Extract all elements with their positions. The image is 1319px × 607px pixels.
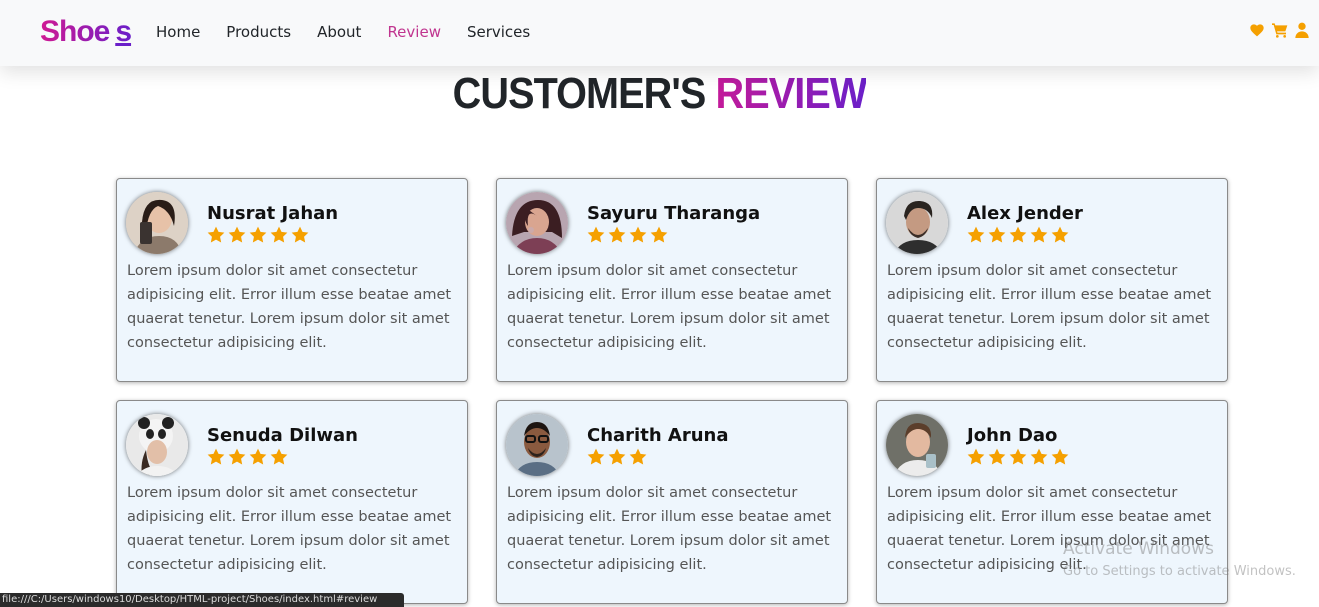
rating-stars xyxy=(967,226,1069,243)
star-icon xyxy=(629,448,647,465)
review-text: Lorem ipsum dolor sit amet consectetur a… xyxy=(507,485,832,573)
windows-activation-watermark: Activate Windows Go to Settings to activ… xyxy=(1063,538,1296,582)
rating-stars xyxy=(587,226,668,243)
star-icon xyxy=(650,226,668,243)
review-card: Sayuru Tharanga Lorem ipsum dolor sit am… xyxy=(496,178,848,382)
reviewer-name: Nusrat Jahan xyxy=(207,203,339,224)
avatar xyxy=(126,192,188,254)
watermark-title: Activate Windows xyxy=(1063,539,1214,559)
review-text: Lorem ipsum dolor sit amet consectetur a… xyxy=(507,263,832,351)
nav-link-services[interactable]: Services xyxy=(467,21,530,43)
star-icon xyxy=(270,448,288,465)
star-icon xyxy=(629,226,647,243)
review-text: Lorem ipsum dolor sit amet consectetur a… xyxy=(127,263,452,351)
star-icon xyxy=(270,226,288,243)
star-icon xyxy=(967,448,985,465)
star-icon xyxy=(608,226,626,243)
star-icon xyxy=(249,226,267,243)
section-title-main: CUSTOMER'S xyxy=(452,69,707,118)
star-icon xyxy=(587,226,605,243)
reviewer-name: Charith Aruna xyxy=(587,425,729,446)
brand-suffix: s xyxy=(115,15,132,48)
nav-link-review[interactable]: Review xyxy=(387,21,441,43)
star-icon xyxy=(608,448,626,465)
navbar: Shoe s Home Products About Review Service… xyxy=(0,0,1319,66)
section-title: CUSTOMER'S REVIEW xyxy=(66,68,1253,120)
star-icon xyxy=(1051,226,1069,243)
star-icon xyxy=(1009,448,1027,465)
star-icon xyxy=(228,448,246,465)
avatar xyxy=(886,192,948,254)
review-card: Alex Jender Lorem ipsum dolor sit amet c… xyxy=(876,178,1228,382)
review-card: Charith Aruna Lorem ipsum dolor sit amet… xyxy=(496,400,848,604)
review-card: Senuda Dilwan Lorem ipsum dolor sit amet… xyxy=(116,400,468,604)
reviewer-name: John Dao xyxy=(967,425,1058,446)
browser-status-bar: file:///C:/Users/windows10/Desktop/HTML-… xyxy=(0,593,404,607)
star-icon xyxy=(207,226,225,243)
brand-logo[interactable]: Shoe s xyxy=(40,12,131,52)
star-icon xyxy=(587,448,605,465)
review-text: Lorem ipsum dolor sit amet consectetur a… xyxy=(127,485,452,573)
heart-icon[interactable] xyxy=(1249,22,1265,38)
cart-icon[interactable] xyxy=(1271,22,1289,38)
review-text: Lorem ipsum dolor sit amet consectetur a… xyxy=(887,263,1212,351)
star-icon xyxy=(988,448,1006,465)
nav-link-home[interactable]: Home xyxy=(156,21,200,43)
rating-stars xyxy=(207,226,309,243)
brand-name: Shoe xyxy=(40,15,110,48)
avatar xyxy=(506,414,568,476)
rating-stars xyxy=(587,448,647,465)
avatar xyxy=(886,414,948,476)
avatar xyxy=(506,192,568,254)
section-title-accent: REVIEW xyxy=(715,69,867,118)
star-icon xyxy=(1051,448,1069,465)
star-icon xyxy=(249,448,267,465)
watermark-subtitle: Go to Settings to activate Windows. xyxy=(1063,564,1296,579)
nav-icons xyxy=(1249,22,1309,38)
nav-link-products[interactable]: Products xyxy=(226,21,291,43)
star-icon xyxy=(967,226,985,243)
reviewer-name: Senuda Dilwan xyxy=(207,425,358,446)
star-icon xyxy=(207,448,225,465)
review-card: Nusrat Jahan Lorem ipsum dolor sit amet … xyxy=(116,178,468,382)
star-icon xyxy=(1009,226,1027,243)
star-icon xyxy=(1030,226,1048,243)
avatar xyxy=(126,414,188,476)
star-icon xyxy=(1030,448,1048,465)
nav-links: Home Products About Review Services xyxy=(156,21,556,43)
star-icon xyxy=(291,226,309,243)
star-icon xyxy=(228,226,246,243)
rating-stars xyxy=(967,448,1069,465)
nav-link-about[interactable]: About xyxy=(317,21,361,43)
reviewer-name: Alex Jender xyxy=(967,203,1083,224)
rating-stars xyxy=(207,448,288,465)
user-icon[interactable] xyxy=(1295,22,1309,38)
reviewer-name: Sayuru Tharanga xyxy=(587,203,761,224)
star-icon xyxy=(988,226,1006,243)
